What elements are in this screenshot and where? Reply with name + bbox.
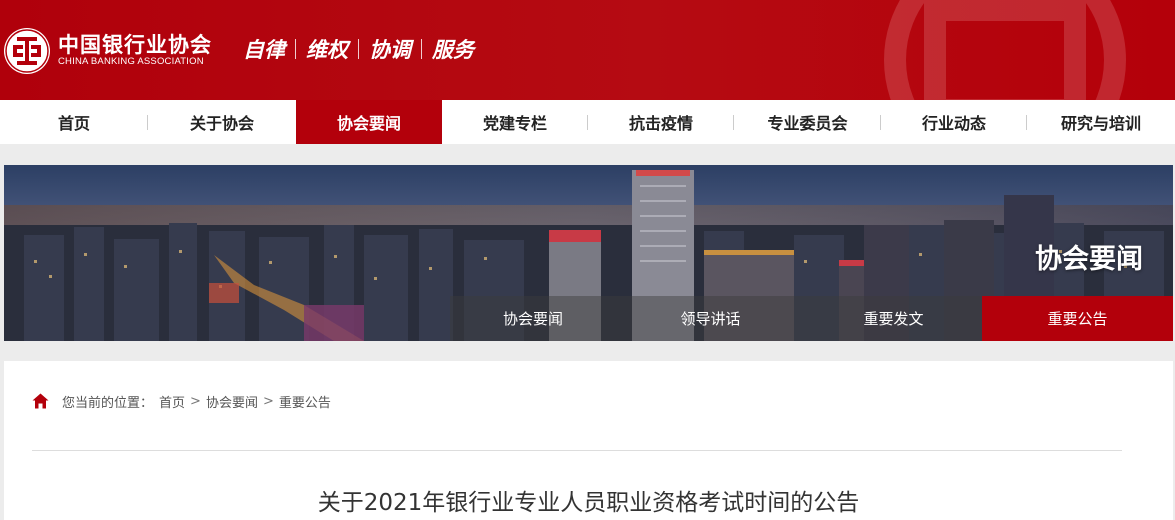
org-name-en[interactable]: CHINA BANKING ASSOCIATION	[58, 56, 204, 67]
slogan-word: 协调	[369, 37, 411, 62]
subnav-item-label: 重要公告	[1047, 310, 1108, 328]
breadcrumb-link-association-news[interactable]: 协会要闻	[206, 392, 258, 411]
nav-item-label: 协会要闻	[336, 114, 401, 133]
subnav-item-label: 领导讲话	[680, 310, 741, 328]
nav-item-party-building[interactable]: 党建专栏	[442, 100, 588, 144]
breadcrumb-separator: >	[190, 393, 201, 409]
subnav-item-label: 重要发文	[863, 310, 924, 328]
article-title: 关于2021年银行业专业人员职业资格考试时间的公告	[317, 490, 860, 516]
nav-item-association-news[interactable]: 协会要闻	[296, 100, 442, 144]
subnav-item-leader-speeches[interactable]: 领导讲话	[616, 296, 805, 341]
nav-item-label: 专业委员会	[767, 114, 848, 133]
section-subnav: 协会要闻 领导讲话 重要发文 重要公告	[450, 296, 1173, 341]
cba-emblem-icon[interactable]	[3, 27, 51, 75]
main-nav: 首页 关于协会 协会要闻 党建专栏 抗击疫情 专业委员会 行业动态 研究与培训	[0, 100, 1175, 144]
slogan-divider	[295, 39, 296, 59]
nav-item-committees[interactable]: 专业委员会	[734, 100, 881, 144]
slogan-word: 服务	[432, 37, 474, 62]
nav-item-label: 行业动态	[921, 114, 986, 133]
nav-item-research-training[interactable]: 研究与培训	[1027, 100, 1175, 144]
slogan-divider	[358, 39, 359, 59]
subnav-item-label: 协会要闻	[502, 310, 563, 328]
breadcrumb-link-announcements[interactable]: 重要公告	[279, 392, 331, 411]
nav-item-label: 抗击疫情	[628, 114, 693, 133]
nav-item-label: 党建专栏	[482, 114, 547, 133]
subnav-item-important-announcements[interactable]: 重要公告	[982, 296, 1173, 341]
breadcrumb-separator: >	[262, 393, 274, 409]
subnav-item-association-news[interactable]: 协会要闻	[450, 296, 616, 341]
slogan-word: 自律	[243, 37, 285, 62]
nav-item-epidemic[interactable]: 抗击疫情	[588, 100, 734, 144]
slogan: 自律 维权 协调 服务	[243, 34, 474, 64]
header-watermark-emblem	[884, 0, 1126, 100]
nav-item-label: 关于协会	[189, 114, 254, 133]
breadcrumb-link-home[interactable]: 首页	[159, 392, 185, 411]
breadcrumb-prefix: 您当前的位置：	[62, 395, 154, 411]
org-name-cn[interactable]: 中国银行业协会	[58, 29, 212, 59]
slogan-word: 维权	[306, 37, 348, 62]
nav-item-home[interactable]: 首页	[0, 100, 148, 144]
content-divider	[32, 450, 1122, 451]
nav-item-label: 首页	[57, 114, 90, 133]
slogan-divider	[421, 39, 422, 59]
nav-item-about[interactable]: 关于协会	[148, 100, 296, 144]
home-icon	[32, 393, 49, 409]
article-content: 您当前的位置： 首页 > 协会要闻 > 重要公告 关于2021年银行业专业人员职…	[4, 361, 1173, 520]
nav-item-industry-news[interactable]: 行业动态	[881, 100, 1027, 144]
banner-title: 协会要闻	[1035, 244, 1143, 275]
nav-item-label: 研究与培训	[1060, 114, 1141, 133]
breadcrumb: 您当前的位置： 首页 > 协会要闻 > 重要公告	[32, 391, 331, 411]
site-header: 中国银行业协会 CHINA BANKING ASSOCIATION 自律 维权 …	[0, 0, 1175, 100]
subnav-item-important-documents[interactable]: 重要发文	[805, 296, 982, 341]
